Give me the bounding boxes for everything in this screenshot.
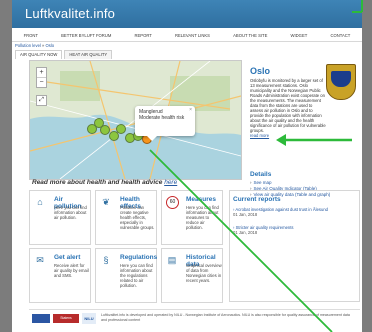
popup-status: Moderate health risk: [139, 115, 185, 121]
tile-measures[interactable]: 60 Measures Here you can find informatio…: [161, 190, 223, 245]
statens-vegvesen-logo: Statens vegvesen: [53, 314, 79, 329]
zoom-in-button[interactable]: +: [37, 68, 46, 78]
station-marker[interactable]: [116, 124, 126, 134]
fullscreen-button[interactable]: ⤢: [36, 95, 47, 106]
site-header: Luftkvalitet.info: [12, 0, 362, 28]
health-advice-text: Read more about health and health advice…: [32, 179, 178, 186]
lungs-icon: ❦: [102, 197, 110, 207]
tile-regulations[interactable]: § Regulations Here you can find informat…: [95, 248, 157, 303]
popup-close-icon[interactable]: ×: [189, 107, 192, 113]
bell-icon: ✉: [36, 255, 44, 265]
tile-historical-data[interactable]: ▤ Historical data Graphical overview of …: [161, 248, 223, 303]
details-title: Details: [250, 171, 272, 178]
nilu-logo: NILU: [82, 313, 96, 324]
nav-forum[interactable]: BETTER BYLUFT FORUM: [57, 33, 115, 38]
breadcrumb-city[interactable]: Oslo: [46, 43, 55, 48]
breadcrumb-home[interactable]: Pollution level: [15, 43, 41, 48]
chart-icon: ▤: [167, 255, 177, 265]
city-description-text: Oslobyfu is monitored by a larger set of…: [250, 78, 326, 133]
read-more-link[interactable]: read more: [250, 133, 326, 138]
partner-logo-icon: [32, 314, 50, 323]
tile-get-alert[interactable]: ✉ Get alert Receive alert for air qualit…: [29, 248, 91, 303]
oslo-crest-icon: [326, 64, 356, 100]
footer-text: Luftkvalitet.info is developed and opera…: [101, 313, 350, 322]
nav-about[interactable]: ABOUT THE SITE: [229, 33, 271, 38]
factory-icon: ⌂: [37, 197, 43, 207]
tab-air-quality-now[interactable]: AIR QUALITY NOW: [15, 50, 63, 59]
main-nav: FRONT BETTER BYLUFT FORUM REPORT RELEVAN…: [12, 30, 362, 42]
city-description: Oslobyfu is monitored by a larger set of…: [250, 78, 326, 138]
air-quality-map[interactable]: + − ⤢ × Manglerud Moderate health risk: [29, 60, 242, 180]
city-panel: Oslo Oslobyfu is monitored by a larger s…: [248, 60, 360, 210]
tab-heat-air-quality[interactable]: HEAT AIR QUALITY: [64, 50, 113, 59]
zoom-control: + −: [36, 67, 47, 88]
report-item[interactable]: › Acrobat investigation against dust tru…: [233, 207, 353, 217]
tile-health-effects[interactable]: ❦ Health effects Pollution can create ne…: [95, 190, 157, 245]
report-item[interactable]: › Stricter air quality requirements 01 J…: [233, 225, 353, 235]
health-advice-link[interactable]: here: [164, 179, 177, 186]
nav-report[interactable]: REPORT: [130, 33, 155, 38]
station-popup: × Manglerud Moderate health risk: [135, 106, 195, 141]
city-title: Oslo: [250, 66, 271, 76]
reports-title: Current reports: [233, 196, 281, 203]
nav-relevant-links[interactable]: RELEVANT LINKS: [171, 33, 214, 38]
zoom-out-button[interactable]: −: [37, 78, 46, 87]
tab-bar: AIR QUALITY NOW HEAT AIR QUALITY: [15, 50, 114, 59]
nav-widget[interactable]: WIDGET: [287, 33, 312, 38]
breadcrumb: Pollution level » Oslo: [15, 43, 54, 48]
speed-limit-icon: 60: [166, 196, 179, 209]
site-footer: Statens vegvesen NILU Luftkvalitet.info …: [29, 309, 360, 329]
site-logo[interactable]: Luftkvalitet.info: [25, 6, 115, 21]
info-tiles: ⌂ Air pollution Here you can find inform…: [29, 190, 360, 306]
current-reports-panel: Current reports › Acrobat investigation …: [229, 190, 360, 302]
web-page: Luftkvalitet.info FRONT BETTER BYLUFT FO…: [12, 0, 362, 332]
tile-air-pollution[interactable]: ⌂ Air pollution Here you can find inform…: [29, 190, 91, 245]
nav-front[interactable]: FRONT: [20, 33, 42, 38]
paragraph-icon: §: [103, 255, 109, 265]
nav-contact[interactable]: CONTACT: [326, 33, 354, 38]
